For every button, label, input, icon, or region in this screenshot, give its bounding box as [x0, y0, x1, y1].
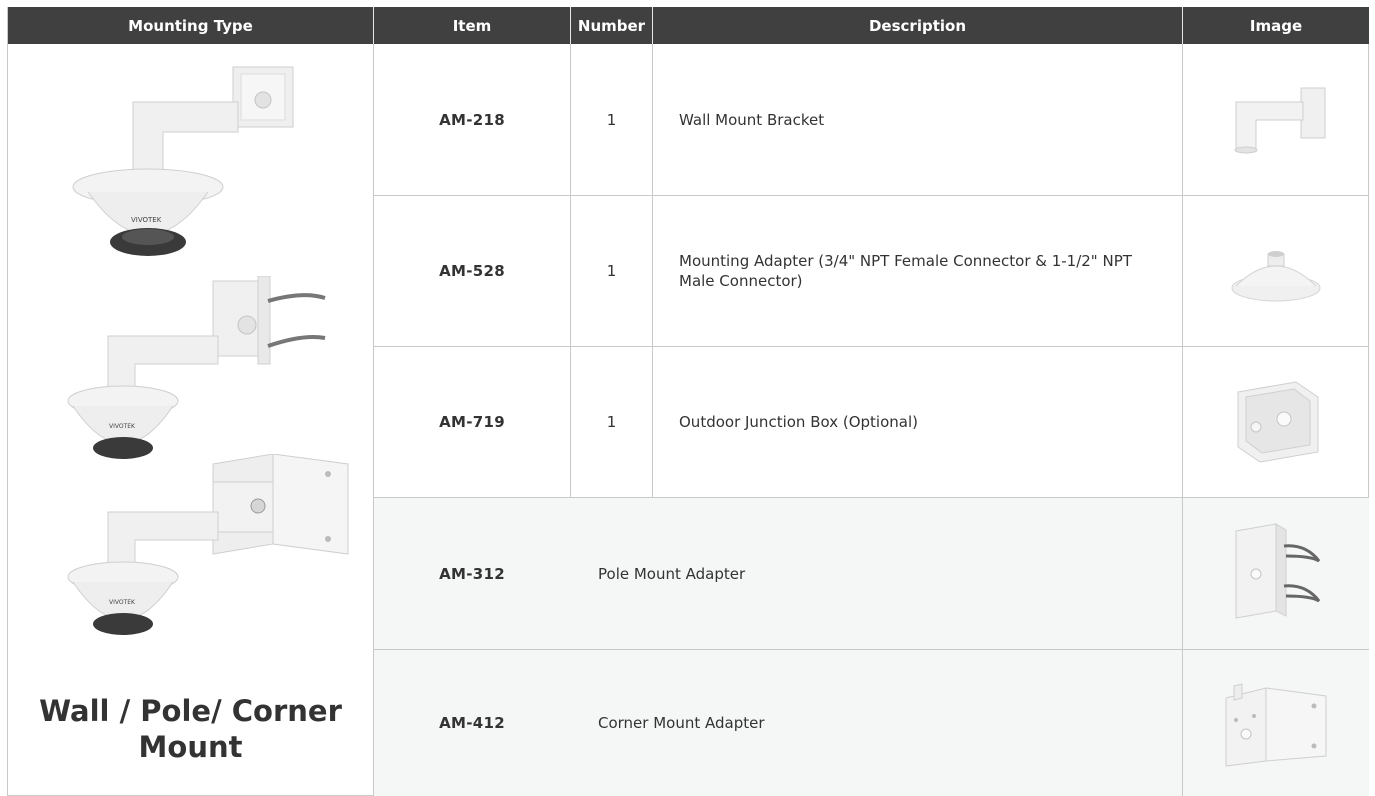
row-item-am412: AM-412: [439, 714, 505, 732]
row-image-cell: [1183, 498, 1369, 649]
row-image-cell: [1183, 44, 1369, 195]
header-item: Item: [373, 7, 570, 44]
row-description: Outdoor Junction Box (Optional): [679, 413, 918, 431]
row-item-am312: AM-312: [439, 564, 505, 583]
row-image-cell: [1183, 196, 1369, 346]
corner-adapter-photo: [1225, 682, 1327, 767]
row-description: Wall Mount Bracket: [679, 110, 825, 129]
header-image: Image: [1182, 7, 1369, 44]
wall-bracket-photo: [1234, 87, 1326, 153]
row-item-am218: AM-218: [439, 110, 505, 129]
svg-text:VIVOTEK: VIVOTEK: [109, 423, 136, 430]
header-mounting-type: Mounting Type: [8, 7, 373, 44]
junction-box-photo: [1237, 381, 1319, 463]
mounting-adapter-photo: [1231, 251, 1321, 302]
svg-text:VIVOTEK: VIVOTEK: [109, 599, 136, 606]
wall-mount-dome-camera: VIVOTEK: [72, 66, 294, 256]
row-item-am528: AM-528: [439, 262, 505, 280]
svg-text:VIVOTEK: VIVOTEK: [131, 216, 162, 224]
mounting-type-title: Wall / Pole/ Corner Mount: [39, 694, 342, 764]
corner-mount-dome-camera: VIVOTEK: [67, 454, 349, 635]
pole-mount-dome-camera: VIVOTEK: [67, 276, 326, 459]
row-number: 1: [606, 262, 617, 280]
row-description: Pole Mount Adapter: [598, 564, 746, 583]
row-image-cell: [1183, 650, 1369, 796]
mounting-photos: VIVOTEK VIVOTEK VIVOTEK: [8, 44, 373, 684]
row-description: Mounting Adapter (3/4" NPT Female Connec…: [679, 252, 1132, 290]
row-number: 1: [606, 413, 617, 431]
pole-adapter-photo: [1235, 523, 1321, 619]
row-image-cell: [1183, 347, 1369, 497]
row-description: Corner Mount Adapter: [598, 714, 765, 732]
row-item-am719: AM-719: [439, 413, 505, 431]
row-number: 1: [606, 110, 617, 129]
header-description: Description: [652, 7, 1182, 44]
accessory-table: Mounting Type Item Number Description Im…: [7, 7, 1369, 796]
header-number: Number: [570, 7, 652, 44]
